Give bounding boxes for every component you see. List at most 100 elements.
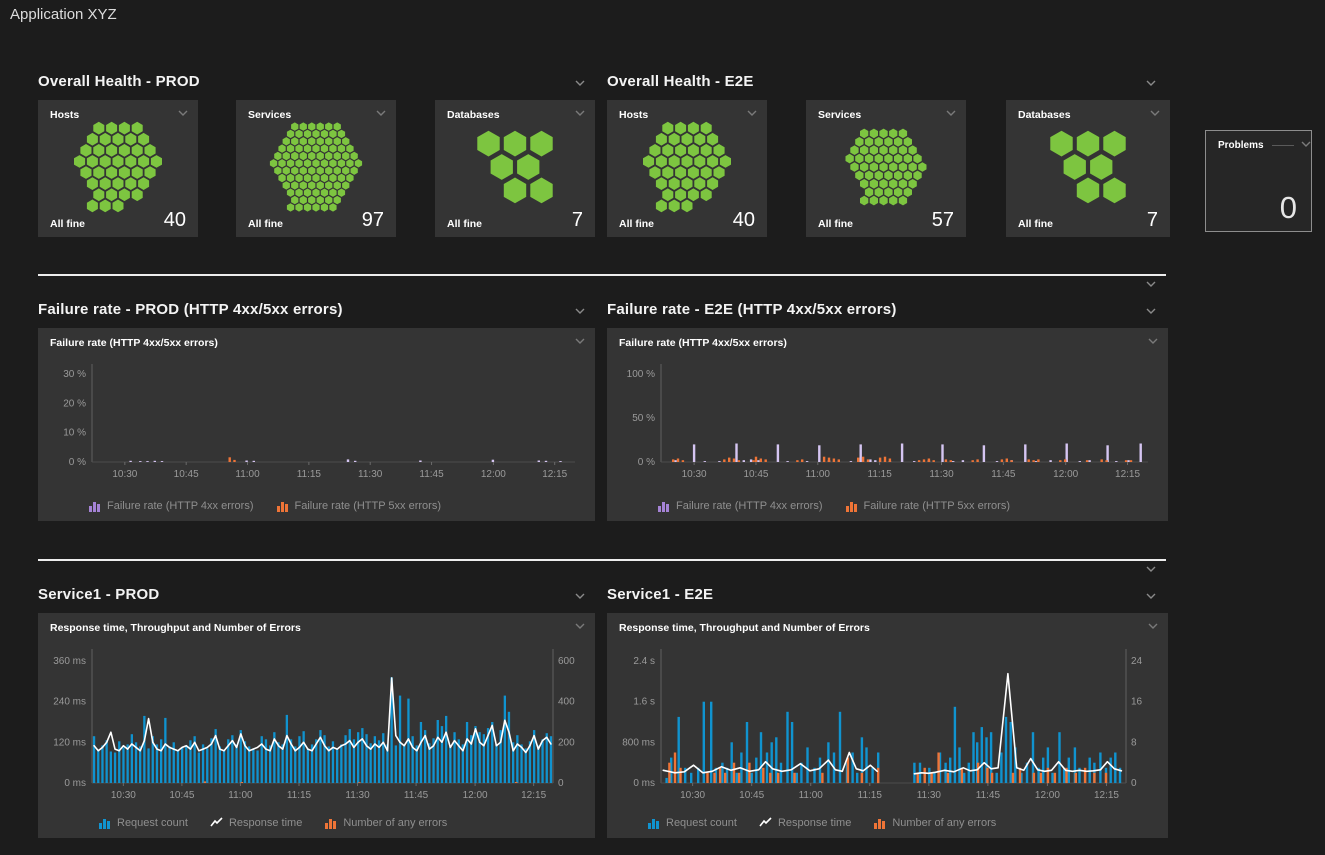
- hexagon[interactable]: [1090, 154, 1112, 180]
- hexagon[interactable]: [682, 133, 693, 146]
- legend-item[interactable]: Failure rate (HTTP 4xx errors): [88, 500, 254, 512]
- hexagon[interactable]: [707, 133, 718, 146]
- hexagon[interactable]: [351, 167, 358, 175]
- hexagon[interactable]: [93, 122, 104, 135]
- hexagon[interactable]: [338, 189, 345, 197]
- chevron-down-icon[interactable]: [1147, 337, 1159, 345]
- hexagon[interactable]: [682, 155, 693, 168]
- health-tile-databases-e2e[interactable]: Databases All fine 7: [1006, 100, 1170, 237]
- hexagon[interactable]: [860, 196, 868, 206]
- health-tile-hosts-e2e[interactable]: Hosts All fine 40: [607, 100, 767, 237]
- hexagon[interactable]: [879, 196, 887, 206]
- hexagon[interactable]: [308, 167, 315, 175]
- hexagon[interactable]: [351, 152, 358, 160]
- hexagon[interactable]: [138, 177, 149, 190]
- legend-item[interactable]: Failure rate (HTTP 4xx errors): [657, 500, 823, 512]
- hexagon[interactable]: [100, 133, 111, 146]
- hexagon-cluster[interactable]: [806, 116, 966, 218]
- hexagon[interactable]: [879, 129, 887, 139]
- hexagon[interactable]: [325, 181, 332, 189]
- hexagon[interactable]: [334, 122, 341, 130]
- hexagon[interactable]: [138, 155, 149, 168]
- hexagon[interactable]: [656, 155, 667, 168]
- hexagon[interactable]: [643, 155, 654, 168]
- hexagon[interactable]: [701, 122, 712, 135]
- hexagon[interactable]: [295, 174, 302, 182]
- hexagon[interactable]: [860, 179, 868, 189]
- hexagon[interactable]: [855, 154, 863, 164]
- hexagon[interactable]: [287, 144, 294, 152]
- hexagon[interactable]: [694, 177, 705, 190]
- hexagon[interactable]: [669, 155, 680, 168]
- hexagon[interactable]: [904, 171, 912, 181]
- hexagon[interactable]: [870, 179, 878, 189]
- hexagon[interactable]: [879, 179, 887, 189]
- hexagon[interactable]: [899, 129, 907, 139]
- hexagon[interactable]: [300, 196, 307, 204]
- hexagon[interactable]: [329, 144, 336, 152]
- hexagon[interactable]: [656, 177, 667, 190]
- health-tile-services-prod[interactable]: Services All fine 97: [236, 100, 396, 237]
- hexagon[interactable]: [87, 177, 98, 190]
- hexagon[interactable]: [701, 188, 712, 201]
- legend-item[interactable]: Response time: [759, 817, 851, 829]
- hexagon[interactable]: [334, 137, 341, 145]
- hexagon[interactable]: [504, 131, 526, 157]
- hexagon[interactable]: [125, 133, 136, 146]
- hexagon[interactable]: [278, 144, 285, 152]
- hexagon[interactable]: [675, 166, 686, 179]
- hexagon[interactable]: [270, 159, 277, 167]
- hexagon[interactable]: [308, 137, 315, 145]
- hexagon[interactable]: [106, 122, 117, 135]
- hexagon[interactable]: [649, 166, 660, 179]
- hexagon[interactable]: [132, 166, 143, 179]
- chevron-down-icon[interactable]: [574, 622, 586, 630]
- hexagon[interactable]: [884, 171, 892, 181]
- problems-tile[interactable]: Problems 0: [1205, 130, 1312, 232]
- hexagon[interactable]: [317, 196, 324, 204]
- hexagon[interactable]: [295, 144, 302, 152]
- hexagon[interactable]: [325, 152, 332, 160]
- hexagon[interactable]: [287, 159, 294, 167]
- hexagon[interactable]: [308, 152, 315, 160]
- hexagon[interactable]: [913, 171, 921, 181]
- hexagon[interactable]: [889, 179, 897, 189]
- hexagon[interactable]: [688, 122, 699, 135]
- hexagon[interactable]: [530, 131, 552, 157]
- hexagon[interactable]: [909, 179, 917, 189]
- hexagon[interactable]: [865, 171, 873, 181]
- hexagon[interactable]: [355, 159, 362, 167]
- hexagon[interactable]: [329, 174, 336, 182]
- health-tile-services-e2e[interactable]: Services All fine 57: [806, 100, 966, 237]
- hexagon[interactable]: [295, 189, 302, 197]
- hexagon[interactable]: [875, 187, 883, 197]
- hexagon-cluster[interactable]: [607, 116, 767, 218]
- hexagon[interactable]: [291, 137, 298, 145]
- hexagon[interactable]: [317, 122, 324, 130]
- hexagon[interactable]: [93, 166, 104, 179]
- hexagon[interactable]: [93, 188, 104, 201]
- hexagon-cluster[interactable]: [1006, 116, 1170, 218]
- hexagon[interactable]: [113, 133, 124, 146]
- hexagon[interactable]: [909, 145, 917, 155]
- hexagon[interactable]: [875, 137, 883, 147]
- hexagon[interactable]: [338, 144, 345, 152]
- hexagon[interactable]: [662, 166, 673, 179]
- service-tile-e2e[interactable]: Response time, Throughput and Number of …: [607, 613, 1168, 838]
- hexagon[interactable]: [304, 189, 311, 197]
- hexagon[interactable]: [291, 181, 298, 189]
- chevron-down-icon[interactable]: [574, 592, 586, 600]
- hexagon-cluster[interactable]: [435, 116, 595, 218]
- hexagon[interactable]: [132, 144, 143, 157]
- hexagon[interactable]: [334, 152, 341, 160]
- hexagon[interactable]: [325, 137, 332, 145]
- service-e2e-chart[interactable]: 2.4 s1.6 s800 ms0 ms24168010:3010:4511:0…: [615, 641, 1160, 805]
- hexagon[interactable]: [317, 152, 324, 160]
- legend-item[interactable]: Number of any errors: [873, 817, 996, 829]
- chevron-down-icon[interactable]: [1300, 140, 1312, 148]
- hexagon[interactable]: [707, 155, 718, 168]
- hexagon[interactable]: [855, 171, 863, 181]
- hexagon[interactable]: [287, 130, 294, 138]
- hexagon[interactable]: [707, 177, 718, 190]
- hexagon[interactable]: [295, 159, 302, 167]
